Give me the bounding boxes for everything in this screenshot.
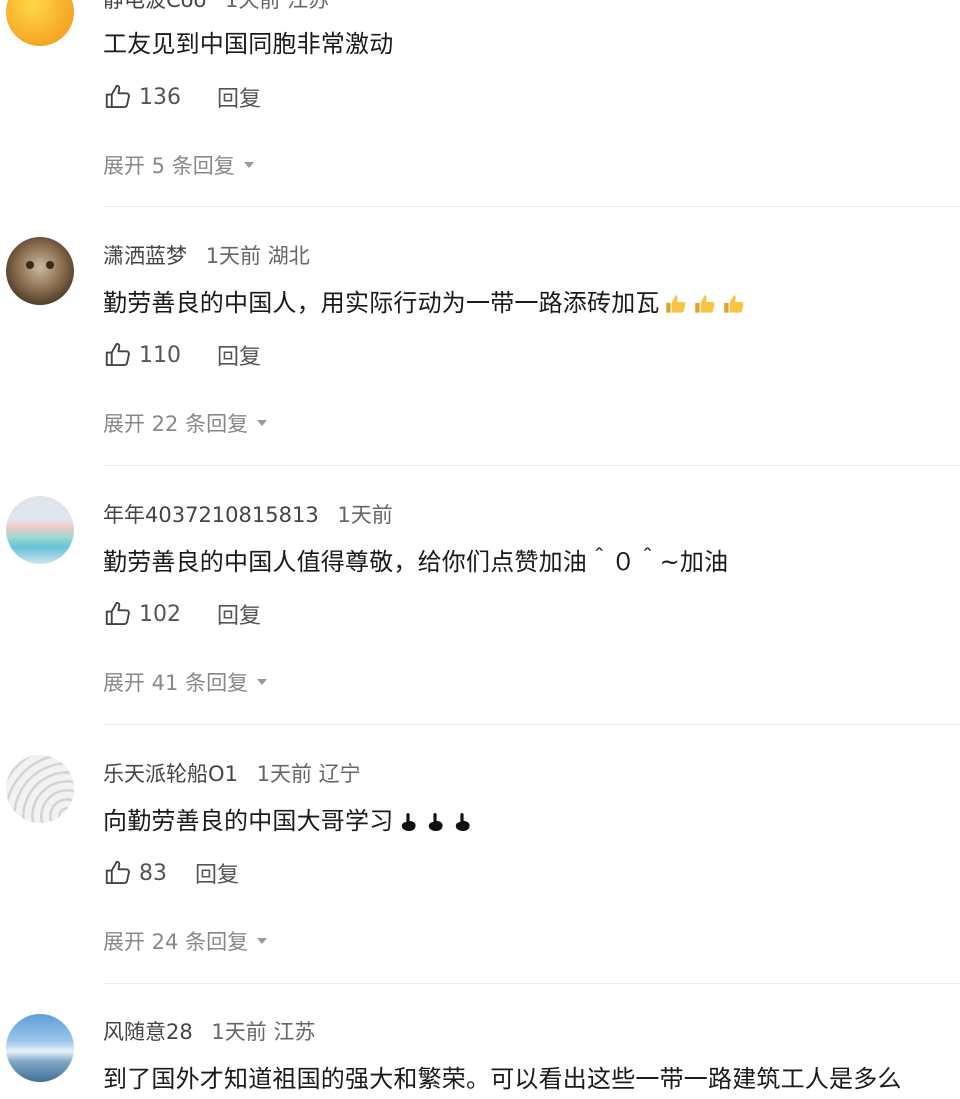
comment-actions: 83 回复	[103, 856, 239, 890]
comment-text: 勤劳善良的中国人值得尊敬，给你们点赞加油＾０＾~加油	[103, 548, 729, 576]
username[interactable]: 潇洒蓝梦	[103, 244, 187, 268]
comment-time: 1天前	[211, 1020, 267, 1044]
like-button[interactable]: 136	[103, 82, 181, 112]
thumbs-up-emoji	[721, 291, 747, 317]
pointing-hand-emoji	[450, 810, 474, 834]
comment-text: 向勤劳善良的中国大哥学习	[103, 801, 474, 836]
expand-replies-label: 展开 24 条回复	[103, 930, 249, 954]
thumbs-up-emoji	[692, 291, 718, 317]
like-count: 110	[139, 342, 181, 368]
comment-time: 1天前	[337, 503, 393, 527]
comment-text: 勤劳善良的中国人，用实际行动为一带一路添砖加瓦	[103, 283, 747, 318]
like-button[interactable]: 110	[103, 340, 181, 370]
thumbs-up-emoji	[663, 291, 689, 317]
comment-text: 到了国外才知道祖国的强大和繁荣。可以看出这些一带一路建筑工人是多么	[103, 1065, 902, 1093]
expand-replies-button[interactable]: 展开 22 条回复	[103, 408, 268, 438]
comment-text: 工友见到中国同胞非常激动	[103, 30, 394, 58]
comment-time: 1天前	[256, 762, 312, 786]
user-avatar[interactable]	[6, 237, 74, 305]
user-avatar[interactable]	[6, 755, 74, 823]
comment-text-body: 勤劳善良的中国人，用实际行动为一带一路添砖加瓦	[103, 289, 660, 317]
expand-replies-label: 展开 22 条回复	[103, 412, 249, 436]
expand-replies-button[interactable]: 展开 24 条回复	[103, 926, 268, 956]
like-count: 83	[139, 860, 167, 886]
expand-replies-label: 展开 41 条回复	[103, 671, 249, 695]
username[interactable]: 风随意28	[103, 1020, 193, 1044]
user-avatar[interactable]	[6, 1014, 74, 1082]
expand-replies-button[interactable]: 展开 5 条回复	[103, 150, 254, 180]
divider	[103, 206, 960, 207]
like-button[interactable]: 83	[103, 858, 167, 888]
like-count: 102	[139, 601, 181, 627]
comment-actions: 136 回复	[103, 80, 261, 114]
reply-button[interactable]: 回复	[195, 857, 239, 889]
expand-replies-button[interactable]: 展开 41 条回复	[103, 667, 268, 697]
expand-replies-label: 展开 5 条回复	[103, 154, 235, 178]
comment-actions: 102 回复	[103, 597, 261, 631]
thumbs-up-icon	[103, 82, 133, 112]
comment-text-body: 向勤劳善良的中国大哥学习	[103, 807, 394, 835]
divider	[103, 724, 960, 725]
comment-meta: 潇洒蓝梦 1天前 湖北	[103, 240, 310, 270]
thumbs-up-icon	[103, 599, 133, 629]
comment-meta: 乐天派轮船O1 1天前 辽宁	[103, 758, 361, 788]
reply-button[interactable]: 回复	[217, 339, 261, 371]
like-count: 136	[139, 84, 181, 110]
username[interactable]: 静电波Coo	[103, 0, 206, 12]
reply-button[interactable]: 回复	[217, 81, 261, 113]
thumbs-up-icon	[103, 858, 133, 888]
divider	[103, 465, 960, 466]
caret-down-icon	[257, 938, 268, 944]
username[interactable]: 年年4037210815813	[103, 503, 319, 527]
comment-location: 辽宁	[318, 762, 361, 786]
divider	[103, 983, 960, 984]
thumbs-up-icon	[103, 340, 133, 370]
username[interactable]: 乐天派轮船O1	[103, 762, 238, 786]
pointing-hand-emoji	[396, 810, 420, 834]
caret-down-icon	[243, 162, 254, 168]
caret-down-icon	[257, 420, 268, 426]
reply-button[interactable]: 回复	[217, 598, 261, 630]
comment-meta: 静电波Coo 1天前 江苏	[103, 0, 329, 14]
pointing-hand-emoji	[423, 810, 447, 834]
caret-down-icon	[257, 679, 268, 685]
like-button[interactable]: 102	[103, 599, 181, 629]
comment-meta: 风随意28 1天前 江苏	[103, 1016, 315, 1046]
comment-location: 江苏	[287, 0, 330, 12]
comment-location: 江苏	[273, 1020, 316, 1044]
comment-location: 湖北	[267, 244, 310, 268]
comment-time: 1天前	[205, 244, 262, 268]
comment-actions: 110 回复	[103, 338, 261, 372]
comment-meta: 年年4037210815813 1天前	[103, 499, 393, 529]
comment-time: 1天前	[225, 0, 281, 12]
user-avatar[interactable]	[6, 496, 74, 564]
user-avatar[interactable]	[6, 0, 74, 46]
